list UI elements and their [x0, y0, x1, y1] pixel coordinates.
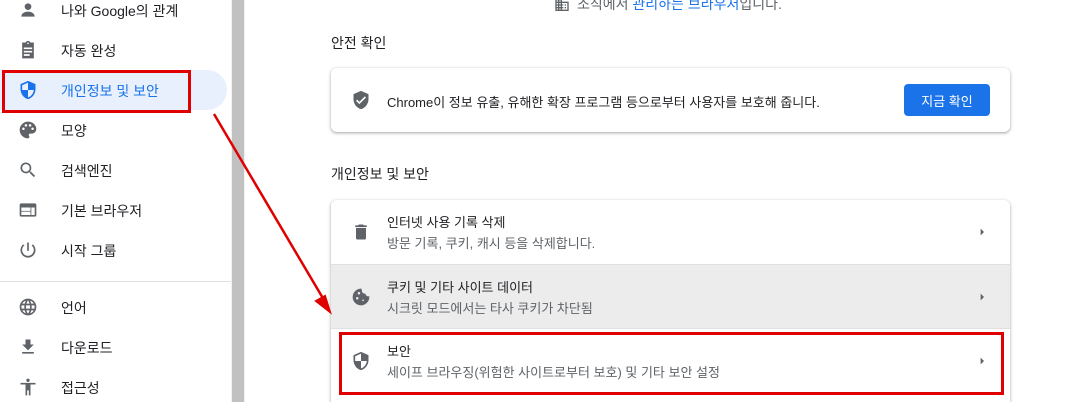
row-title: 쿠키 및 기타 사이트 데이터: [387, 280, 534, 295]
privacy-security-heading: 개인정보 및 보안: [331, 166, 429, 182]
managed-note-suffix: 입니다.: [739, 0, 782, 12]
safety-check-description: Chrome이 정보 유출, 유해한 확장 프로그램 등으로부터 사용자를 보호…: [387, 95, 820, 110]
arrow-right-icon: [974, 224, 990, 240]
shield-icon: [18, 80, 38, 100]
accessibility-icon: [18, 377, 38, 397]
sidebar-item-autofill[interactable]: 자동 완성: [0, 30, 227, 70]
search-icon: [18, 160, 38, 180]
safety-check-card: Chrome이 정보 유출, 유해한 확장 프로그램 등으로부터 사용자를 보호…: [331, 68, 1010, 132]
managed-browser-note: 조직에서 관리하는 브라우저입니다.: [553, 0, 782, 14]
sidebar-item-default-browser[interactable]: 기본 브라우저: [0, 190, 227, 230]
row-subtitle: 세이프 브라우징(위험한 사이트로부터 보호) 및 기타 보안 설정: [387, 365, 720, 380]
sidebar-item-label: 검색엔진: [61, 163, 113, 179]
browser-icon: [18, 200, 38, 220]
arrow-right-icon: [974, 353, 990, 369]
globe-icon: [18, 297, 38, 317]
person-icon: [18, 0, 38, 20]
sidebar-item-privacy-security[interactable]: 개인정보 및 보안: [0, 70, 227, 110]
sidebar-item-label: 나와 Google의 관계: [61, 3, 179, 19]
sidebar-item-label: 다운로드: [61, 340, 113, 356]
managed-browser-link[interactable]: 관리하는 브라우저: [632, 0, 739, 12]
sidebar-item-you-and-google[interactable]: 나와 Google의 관계: [0, 0, 227, 30]
sidebar-item-accessibility[interactable]: 접근성: [0, 367, 227, 402]
sidebar-item-label: 기본 브라우저: [61, 203, 143, 219]
security-row[interactable]: 보안 세이프 브라우징(위험한 사이트로부터 보호) 및 기타 보안 설정: [331, 328, 1010, 392]
verified-shield-icon: [351, 90, 371, 110]
trash-icon: [351, 222, 371, 242]
sidebar-item-label: 언어: [61, 300, 87, 316]
sidebar-item-downloads[interactable]: 다운로드: [0, 327, 227, 367]
download-icon: [18, 337, 38, 357]
row-title: 보안: [387, 344, 411, 359]
security-shield-icon: [351, 351, 371, 371]
power-icon: [18, 240, 38, 260]
settings-sidebar: 나와 Google의 관계 자동 완성 개인정보 및 보안 모양 검색엔진 기본…: [0, 0, 231, 402]
sidebar-item-languages[interactable]: 언어: [0, 287, 227, 327]
clear-browsing-data-row[interactable]: 인터넷 사용 기록 삭제 방문 기록, 쿠키, 캐시 등을 삭제합니다.: [331, 200, 1010, 264]
sidebar-item-label: 접근성: [61, 380, 100, 396]
sidebar-scrollbar-thumb[interactable]: [232, 0, 244, 402]
arrow-right-icon: [974, 289, 990, 305]
sidebar-item-search-engine[interactable]: 검색엔진: [0, 150, 227, 190]
cookies-row[interactable]: 쿠키 및 기타 사이트 데이터 시크릿 모드에서는 타사 쿠키가 차단됨: [331, 264, 1010, 328]
row-title: 인터넷 사용 기록 삭제: [387, 215, 506, 230]
safety-check-heading: 안전 확인: [331, 35, 387, 51]
sidebar-item-on-startup[interactable]: 시작 그룹: [0, 230, 227, 270]
sidebar-item-label: 개인정보 및 보안: [61, 83, 159, 99]
row-subtitle: 시크릿 모드에서는 타사 쿠키가 차단됨: [387, 301, 593, 316]
privacy-security-card: 인터넷 사용 기록 삭제 방문 기록, 쿠키, 캐시 등을 삭제합니다. 쿠키 …: [331, 200, 1010, 402]
sidebar-divider: [0, 281, 231, 282]
sidebar-item-label: 시작 그룹: [61, 243, 117, 259]
sidebar-item-label: 자동 완성: [61, 43, 117, 59]
palette-icon: [18, 120, 38, 140]
row-subtitle: 방문 기록, 쿠키, 캐시 등을 삭제합니다.: [387, 236, 596, 251]
check-now-button[interactable]: 지금 확인: [904, 84, 990, 116]
clipboard-icon: [18, 40, 38, 60]
sidebar-item-appearance[interactable]: 모양: [0, 110, 227, 150]
managed-note-prefix: 조직에서: [577, 0, 633, 12]
cookie-icon: [351, 287, 371, 307]
building-icon: [553, 0, 571, 13]
sidebar-item-label: 모양: [61, 123, 87, 139]
